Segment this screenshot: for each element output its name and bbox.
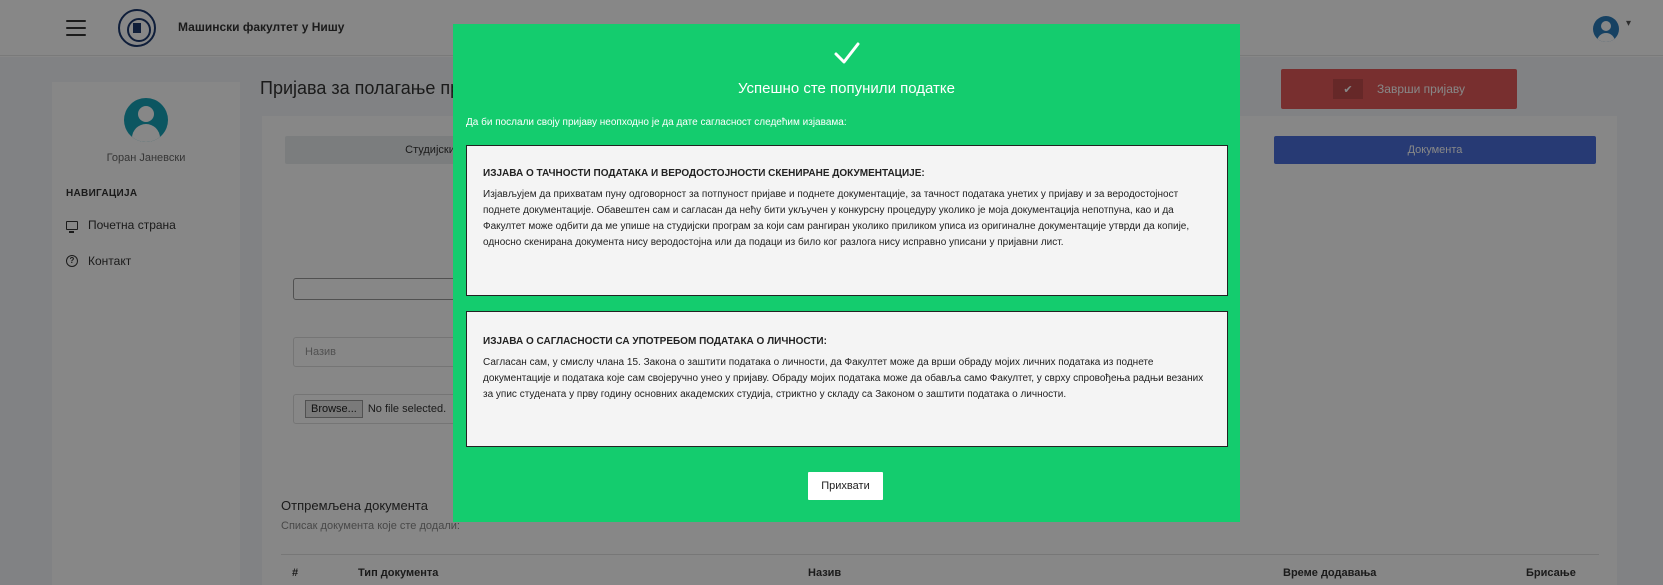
modal-intro: Да би послали своју пријаву неопходно је… [466,117,847,128]
consent-modal: Успешно сте попунили податке Да би посла… [453,24,1240,522]
modal-title: Успешно сте попунили податке [738,80,955,97]
checkmark-icon [834,42,860,64]
declaration-heading: ИЗЈАВА О САГЛАСНОСТИ СА УПОТРЕБОМ ПОДАТА… [483,336,827,347]
declaration-personal-data: ИЗЈАВА О САГЛАСНОСТИ СА УПОТРЕБОМ ПОДАТА… [466,311,1228,447]
declaration-text: Изјављујем да прихватам пуну одговорност… [483,189,1190,248]
declaration-text: Сагласан сам, у смислу члана 15. Закона … [483,357,1204,400]
declaration-heading: ИЗЈАВА О ТАЧНОСТИ ПОДАТАКА И ВЕРОДОСТОЈН… [483,168,925,179]
accept-button[interactable]: Прихвати [808,472,883,500]
declaration-accuracy: ИЗЈАВА О ТАЧНОСТИ ПОДАТАКА И ВЕРОДОСТОЈН… [466,145,1228,296]
